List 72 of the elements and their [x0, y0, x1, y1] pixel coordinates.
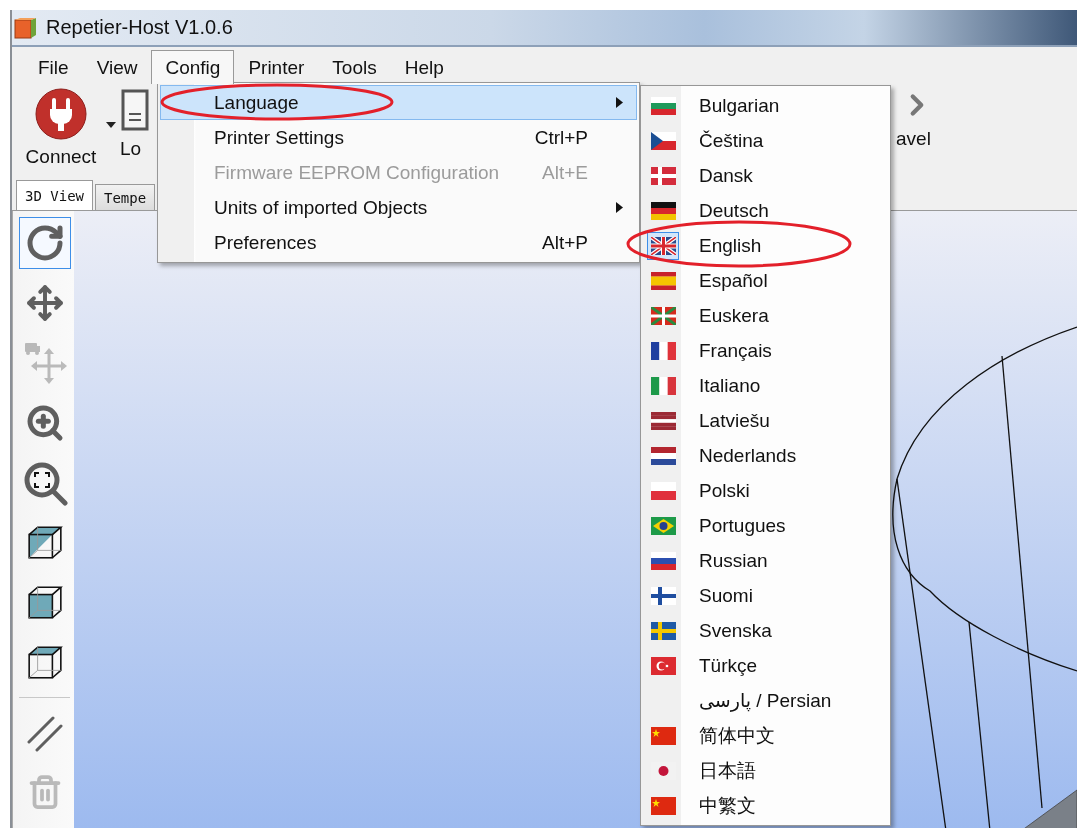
menu-entry[interactable]: Units of imported Objects: [160, 190, 637, 225]
cube-icon: [26, 525, 64, 561]
flag-icon: [650, 411, 676, 430]
rotate-icon: [25, 223, 65, 263]
document-icon: [120, 88, 150, 132]
menu-item[interactable]: View: [82, 50, 152, 84]
flag-icon: [650, 201, 676, 220]
flag-icon: [650, 446, 676, 465]
menu-item[interactable]: Tools: [318, 50, 391, 84]
menu-entry[interactable]: Français: [643, 333, 888, 368]
submenu-arrow-icon: [615, 97, 623, 108]
truck-and-arrows-icon: [23, 341, 67, 385]
cube-icon: [26, 585, 64, 621]
menu-entry[interactable]: 日本語: [643, 753, 888, 788]
menu-entry[interactable]: Latviešu: [643, 403, 888, 438]
menu-entry[interactable]: Language: [160, 85, 637, 120]
menu-entry[interactable]: Italiano: [643, 368, 888, 403]
menu-entry[interactable]: Español: [643, 263, 888, 298]
menu-entry[interactable]: Čeština: [643, 123, 888, 158]
menu-item[interactable]: File: [24, 50, 83, 84]
flag-icon: [650, 96, 676, 115]
menu-item[interactable]: Config: [151, 50, 235, 84]
flag-icon: [650, 796, 676, 815]
flag-icon: [650, 516, 676, 535]
tab[interactable]: Tempe: [95, 184, 156, 210]
menu-entry[interactable]: Printer Settings Ctrl+P: [160, 120, 637, 155]
menu-entry[interactable]: پارسی / Persian: [643, 683, 888, 718]
menu-entry[interactable]: Suomi: [643, 578, 888, 613]
view-tool-button[interactable]: [19, 217, 71, 269]
plug-icon: [35, 88, 87, 140]
toolbar-button[interactable]: avel: [896, 88, 934, 150]
menu-entry[interactable]: Dansk: [643, 158, 888, 193]
caret-icon[interactable]: [106, 122, 116, 128]
flag-icon: [650, 271, 676, 290]
menu-entry[interactable]: English: [643, 228, 888, 263]
menu-item[interactable]: Help: [390, 50, 458, 84]
flag-icon: [650, 481, 676, 500]
menu-item[interactable]: Printer: [234, 50, 319, 84]
tab[interactable]: 3D View: [16, 180, 93, 210]
flag-icon: [650, 306, 676, 325]
zoom-fit-icon: [22, 460, 68, 506]
menu-entry[interactable]: Svenska: [643, 613, 888, 648]
flag-icon: [650, 131, 676, 150]
menu-entry[interactable]: Russian: [643, 543, 888, 578]
toolbar-button[interactable]: Lo: [120, 88, 150, 160]
window-title: Repetier-Host V1.0.6: [46, 16, 233, 39]
menu-entry[interactable]: Polski: [643, 473, 888, 508]
move-icon: [26, 284, 64, 322]
menu-entry[interactable]: 中繁文: [643, 788, 888, 823]
menu-entry[interactable]: Euskera: [643, 298, 888, 333]
zoom-in-icon: [25, 403, 65, 443]
menu-entry[interactable]: Türkçe: [643, 648, 888, 683]
flag-icon: [650, 586, 676, 605]
menu-entry[interactable]: Portugues: [643, 508, 888, 543]
trash-icon: [27, 774, 63, 810]
flag-icon: [650, 656, 676, 675]
app-logo-icon: [14, 16, 38, 39]
flag-icon: [650, 236, 676, 255]
flag-icon: [650, 341, 676, 360]
menu-entry[interactable]: Nederlands: [643, 438, 888, 473]
toolbar-button[interactable]: Connect: [16, 88, 106, 168]
flag-icon: [650, 726, 676, 745]
flag-icon: [650, 621, 676, 640]
submenu-arrow-icon: [615, 202, 623, 213]
cube-icon: [26, 645, 64, 681]
flag-icon: [650, 551, 676, 570]
menu-entry[interactable]: Preferences Alt+P: [160, 225, 637, 260]
flag-icon: [650, 376, 676, 395]
menu-entry[interactable]: Bulgarian: [643, 88, 888, 123]
flag-icon: [650, 166, 676, 185]
menu-entry[interactable]: Deutsch: [643, 193, 888, 228]
menu-entry[interactable]: 简体中文: [643, 718, 888, 753]
